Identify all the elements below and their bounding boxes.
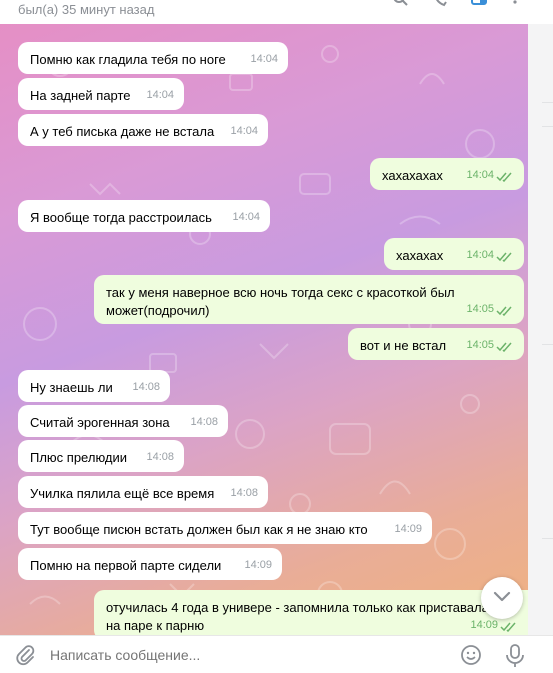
message-incoming[interactable]: Помню на первой парте сидели 14:09 <box>18 548 282 580</box>
message-text: хахахахах <box>382 168 443 183</box>
message-time: 14:04 <box>146 89 174 101</box>
message-outgoing[interactable]: хахахахах 14:04 <box>370 158 524 190</box>
message-time: 14:08 <box>132 381 160 393</box>
chevron-down-icon <box>493 591 511 602</box>
message-text: хахахах <box>396 248 444 263</box>
double-check-icon <box>496 306 512 316</box>
double-check-icon <box>496 252 512 262</box>
message-time: 14:09 <box>244 559 272 571</box>
chat-area[interactable]: Помню как гладила тебя по ноге 14:04 На … <box>0 24 528 635</box>
scroll-to-bottom-button[interactable] <box>481 577 523 619</box>
message-incoming[interactable]: Училка пялила ещё все время 14:08 <box>18 476 268 508</box>
paperclip-icon[interactable] <box>14 644 36 666</box>
search-icon[interactable] <box>392 0 410 8</box>
message-time: 14:04 <box>466 169 494 181</box>
more-icon[interactable] <box>506 0 524 8</box>
message-incoming[interactable]: Плюс прелюдии 14:08 <box>18 440 184 472</box>
message-text: Помню на первой парте сидели <box>30 558 222 573</box>
message-incoming[interactable]: Тут вообще писюн встать должен был как я… <box>18 512 432 544</box>
message-outgoing[interactable]: так у меня наверное всю ночь тогда секс … <box>94 275 524 324</box>
phone-icon[interactable] <box>432 0 450 8</box>
message-text: Плюс прелюдии <box>30 450 128 465</box>
message-time: 14:08 <box>230 487 258 499</box>
message-time: 14:04 <box>466 249 494 261</box>
message-text: Ну знаешь ли <box>30 380 113 395</box>
message-incoming[interactable]: Ну знаешь ли 14:08 <box>18 370 170 402</box>
microphone-icon[interactable] <box>505 644 525 668</box>
message-input[interactable] <box>50 642 430 668</box>
message-text: Я вообще тогда расстроилась <box>30 210 212 225</box>
message-time: 14:05 <box>466 339 494 351</box>
message-time: 14:04 <box>250 53 278 65</box>
double-check-icon <box>496 172 512 182</box>
message-text-line: отучилась 4 года в универе - запомнила т… <box>106 600 489 615</box>
message-incoming[interactable]: Считай эрогенная зона 14:08 <box>18 405 228 437</box>
message-outgoing[interactable]: хахахах 14:04 <box>384 238 524 270</box>
message-text: Помню как гладила тебя по ноге <box>30 52 226 67</box>
message-text-line: на паре к парню <box>106 618 205 633</box>
message-text-line: может(подрочил) <box>106 303 210 318</box>
message-text: А у теб писька даже не встала <box>30 124 215 139</box>
message-text: На задней парте <box>30 88 131 103</box>
emoji-icon[interactable] <box>460 644 482 666</box>
message-incoming[interactable]: Я вообще тогда расстроилась 14:04 <box>18 200 270 232</box>
message-time: 14:09 <box>394 523 422 535</box>
message-text: Тут вообще писюн встать должен был как я… <box>30 522 368 537</box>
message-text: вот и не встал <box>360 338 447 353</box>
message-outgoing[interactable]: вот и не встал 14:05 <box>348 328 524 360</box>
message-time: 14:08 <box>146 451 174 463</box>
double-check-icon <box>500 622 516 632</box>
message-outgoing[interactable]: отучилась 4 года в универе - запомнила т… <box>94 590 528 635</box>
double-check-icon <box>496 342 512 352</box>
chat-header: был(а) 35 минут назад <box>0 0 553 24</box>
message-text-line: так у меня наверное всю ночь тогда секс … <box>106 285 455 300</box>
right-gutter <box>528 24 553 635</box>
message-incoming[interactable]: А у теб писька даже не встала 14:04 <box>18 114 268 146</box>
message-time: 14:05 <box>466 303 494 315</box>
message-time: 14:09 <box>470 619 498 631</box>
message-incoming[interactable]: На задней парте 14:04 <box>18 78 184 110</box>
message-composer <box>0 635 553 673</box>
message-time: 14:04 <box>232 211 260 223</box>
message-text: Училка пялила ещё все время <box>30 486 215 501</box>
message-incoming[interactable]: Помню как гладила тебя по ноге 14:04 <box>18 42 288 74</box>
last-seen-status: был(а) 35 минут назад <box>18 2 155 17</box>
sidebar-toggle-icon[interactable] <box>470 0 488 8</box>
message-text: Считай эрогенная зона <box>30 415 170 430</box>
message-time: 14:04 <box>230 125 258 137</box>
message-time: 14:08 <box>190 416 218 428</box>
